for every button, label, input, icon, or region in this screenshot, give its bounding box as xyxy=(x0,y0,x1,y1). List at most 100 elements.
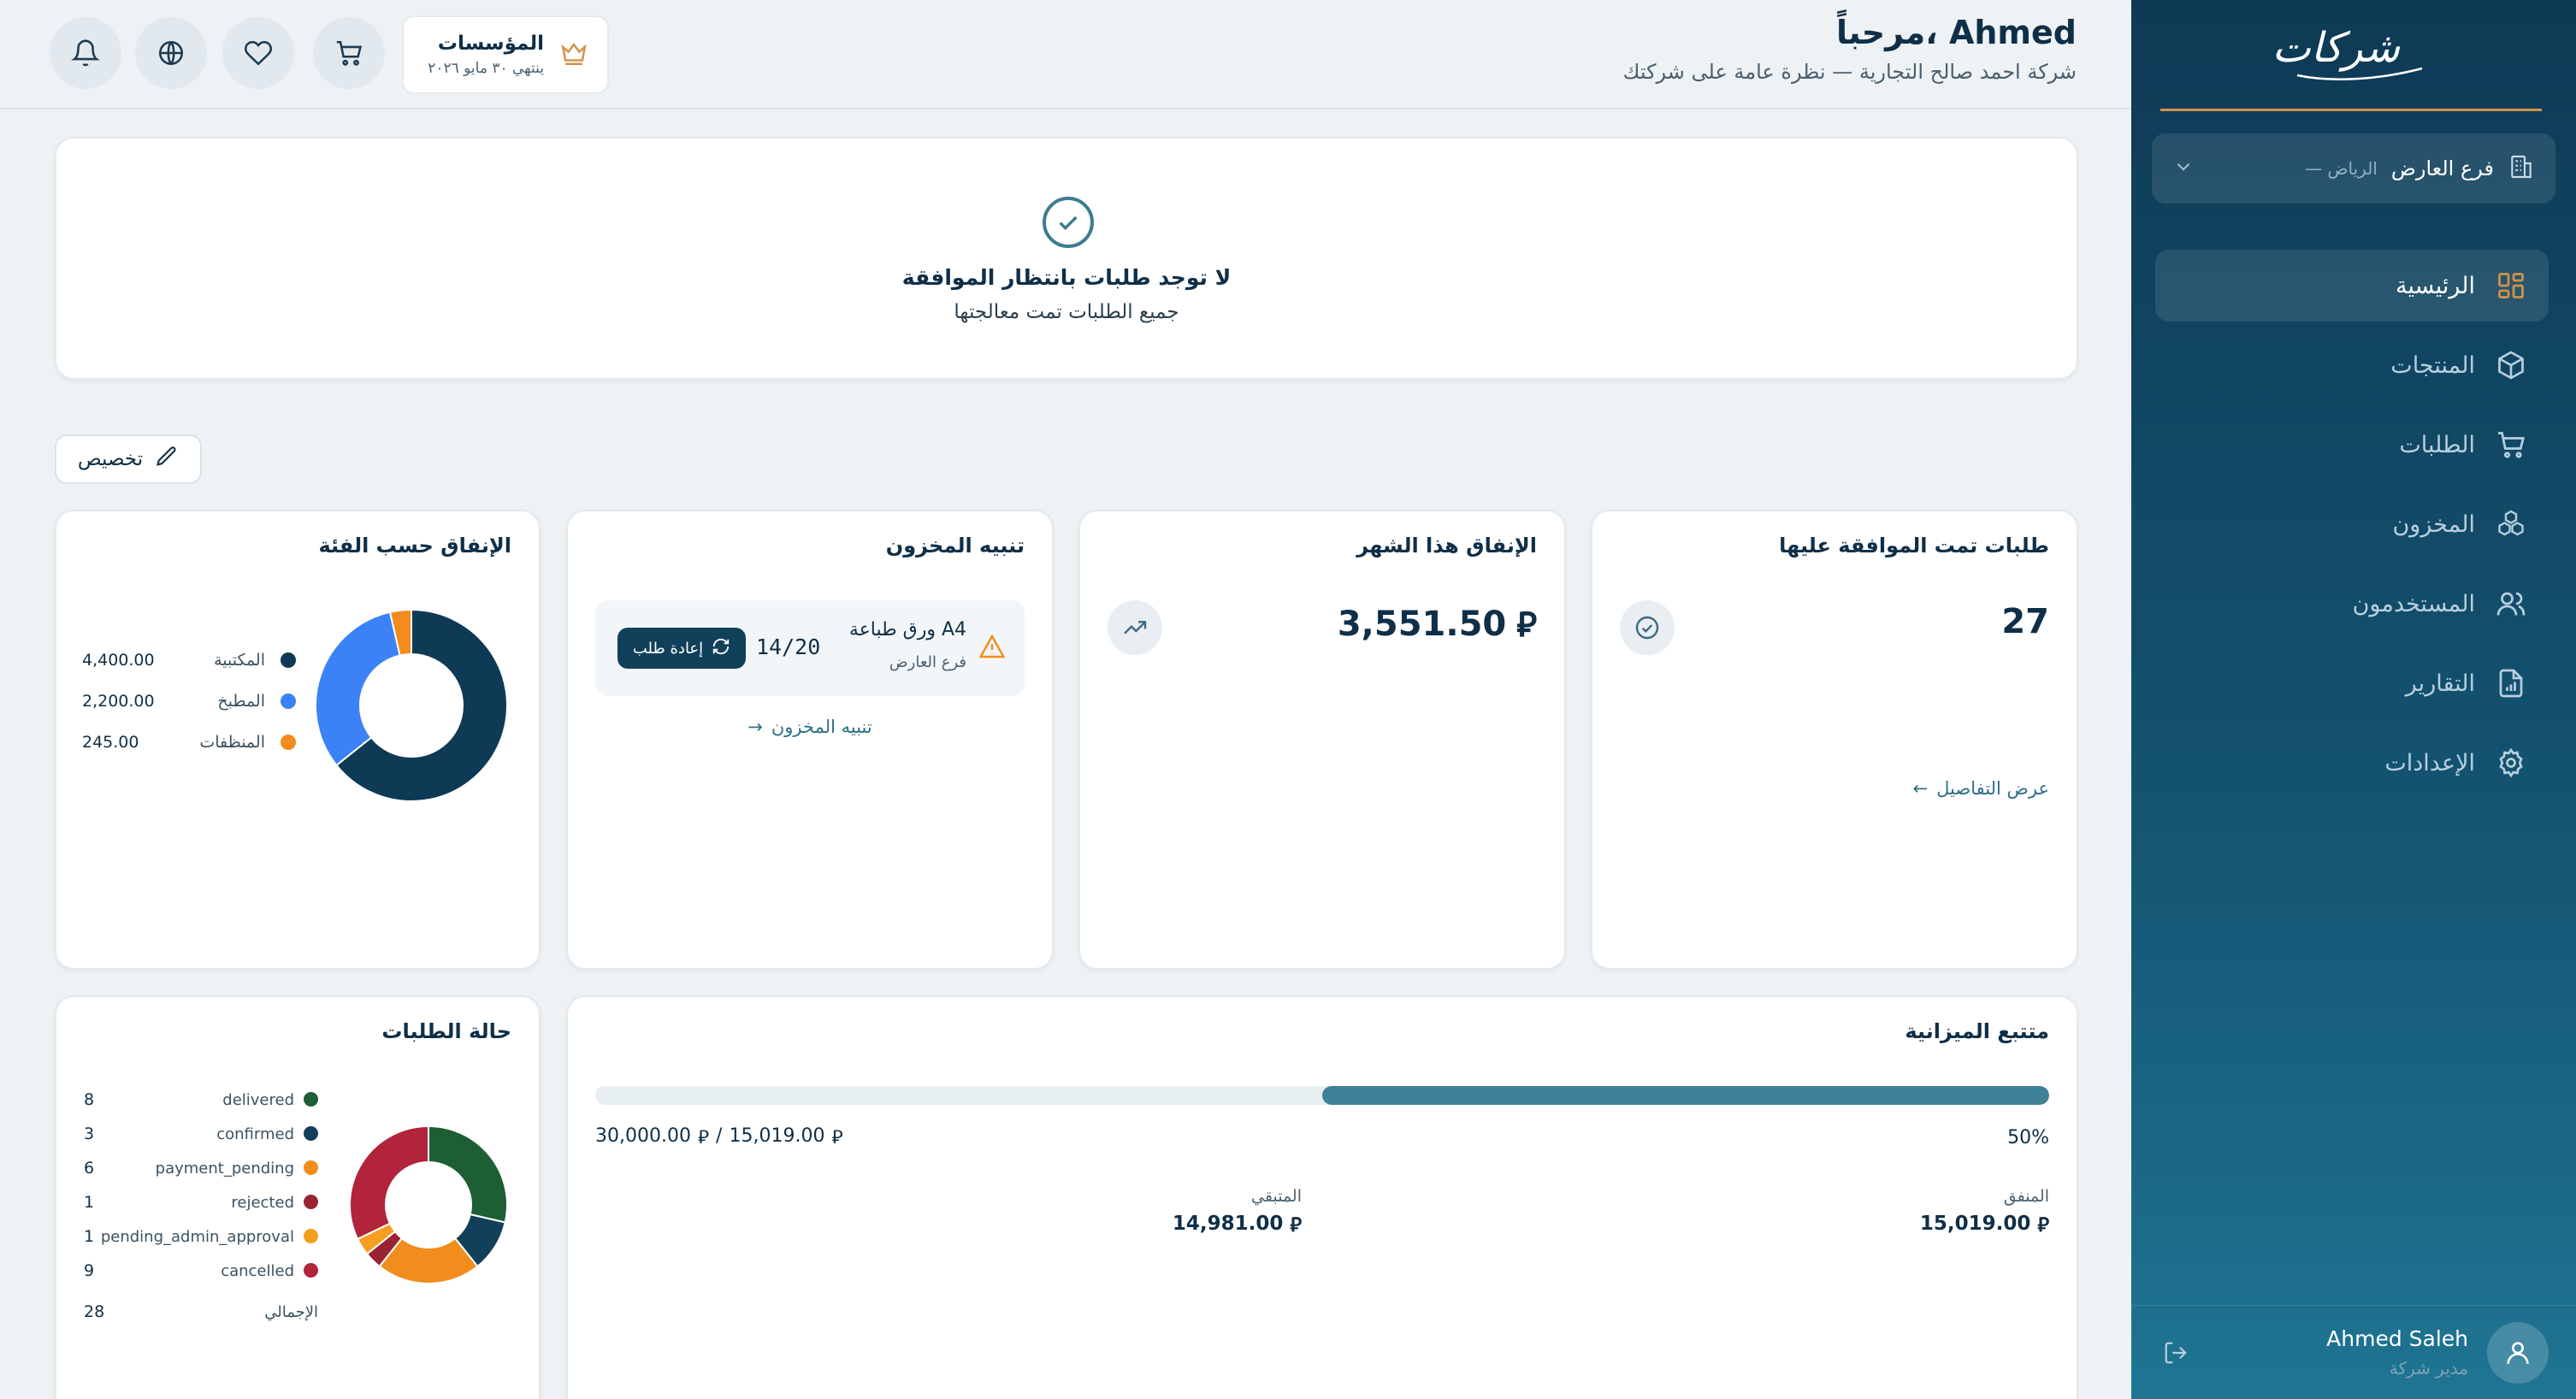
approved-orders-card: طلبات تمت الموافقة عليها 27 عرض التفاصيل… xyxy=(1591,510,2078,970)
order-status-card: حالة الطلبات 8 delivered 3 confirmed 6 p… xyxy=(55,995,541,1399)
status-count: 9 xyxy=(84,1261,95,1280)
stock-item-branch: فرع العارض xyxy=(889,653,966,671)
status-total-label: الإجمالي xyxy=(264,1302,318,1321)
box-icon xyxy=(2494,348,2528,382)
budget-tracker-card: متتبع الميزانية 50% 30,000.00 ⃁ / 15,019… xyxy=(566,995,2078,1399)
status-dot xyxy=(304,1126,318,1141)
status-dot xyxy=(304,1195,318,1209)
check-circle-icon xyxy=(1620,600,1675,655)
status-count: 6 xyxy=(84,1159,95,1178)
topbar: مرحباً، Ahmed شركة احمد صالح التجارية — … xyxy=(0,0,2131,109)
view-details-label: عرض التفاصيل xyxy=(1936,778,2049,799)
reorder-button[interactable]: إعادة طلب xyxy=(617,628,746,669)
donut-slice-2[interactable] xyxy=(315,611,401,767)
spent-value: 15,019.00 xyxy=(1919,1213,2031,1235)
riyal-currency-icon: ⃁ xyxy=(2037,1214,2049,1237)
legend-label: المنظفات xyxy=(199,733,265,752)
sidebar-item-label: المستخدمون xyxy=(2352,590,2475,617)
sidebar-item-settings[interactable]: الإعدادات xyxy=(2155,727,2549,799)
grid-icon xyxy=(2494,269,2528,303)
globe-icon xyxy=(158,40,184,66)
budget-total: 30,000.00 xyxy=(595,1125,691,1147)
avatar xyxy=(2487,1321,2549,1384)
status-legend-item: 8 delivered xyxy=(84,1083,318,1117)
language-button[interactable] xyxy=(135,17,207,89)
status-count: 1 xyxy=(84,1227,95,1246)
cart-button[interactable] xyxy=(313,17,385,89)
approved-orders-count: 27 xyxy=(2001,602,2049,641)
legend-label: المكتبية xyxy=(214,651,265,670)
order-status-donut-chart xyxy=(349,1125,508,1284)
check-circle-icon xyxy=(1043,197,1094,248)
branch-city: — الرياض xyxy=(2304,158,2378,179)
status-legend-item: 1 rejected xyxy=(84,1185,318,1219)
spent-label: المنفق xyxy=(2003,1187,2049,1206)
page-subtitle: شركة احمد صالح التجارية — نظرة عامة على … xyxy=(1622,60,2077,84)
sidebar-item-orders[interactable]: الطلبات xyxy=(2155,409,2549,481)
favorites-button[interactable] xyxy=(222,17,294,89)
plan-expiry: ينتهي ٣٠ مايو ٢٠٢٦ xyxy=(428,60,544,77)
gear-icon xyxy=(2494,746,2528,780)
logout-icon[interactable] xyxy=(2159,1336,2193,1370)
budget-percent: 50% xyxy=(2007,1127,2049,1148)
status-legend-item: 1 pending_admin_approval xyxy=(84,1219,318,1254)
legend-item: 2,200.00 المطبخ xyxy=(82,681,296,722)
refresh-icon xyxy=(712,637,730,660)
riyal-currency-icon: ⃁ xyxy=(1516,605,1537,645)
stock-alert-item: ورق طباعة A4 فرع العارض 14/20 إعادة طلب xyxy=(595,600,1025,696)
status-label: confirmed xyxy=(216,1125,294,1143)
remaining-label: المتبقي xyxy=(1251,1187,1302,1206)
report-icon xyxy=(2494,666,2528,700)
budget-separator: / xyxy=(716,1125,723,1147)
greeting: مرحباً، Ahmed شركة احمد صالح التجارية — … xyxy=(1623,14,2077,84)
card-title: الإنفاق هذا الشهر xyxy=(1356,534,1537,558)
branch-select[interactable]: فرع العارض — الرياض xyxy=(2152,133,2555,204)
budget-progress-fill xyxy=(1322,1086,2049,1105)
cart-icon xyxy=(336,40,363,66)
sidebar-item-home[interactable]: الرئيسية xyxy=(2155,250,2549,322)
crown-icon xyxy=(559,38,588,71)
customize-button[interactable]: تخصيص xyxy=(55,434,202,484)
plan-info: المؤسسات ينتهي ٣٠ مايو ٢٠٢٦ xyxy=(428,32,544,77)
status-label: cancelled xyxy=(221,1261,294,1280)
sidebar-item-label: المنتجات xyxy=(2390,351,2475,379)
empty-state-title: لا توجد طلبات بانتظار الموافقة xyxy=(901,265,1232,290)
sidebar-item-label: الرئيسية xyxy=(2396,272,2475,299)
notifications-button[interactable] xyxy=(50,17,121,89)
warning-icon xyxy=(978,633,1006,664)
legend-dot xyxy=(281,694,296,709)
view-details-link[interactable]: عرض التفاصيل ← xyxy=(1913,778,2049,799)
pending-approvals-card: لا توجد طلبات بانتظار الموافقة جميع الطل… xyxy=(55,137,2078,380)
donut-slice-6[interactable] xyxy=(349,1125,429,1241)
status-dot xyxy=(304,1263,318,1278)
status-label: pending_admin_approval xyxy=(100,1227,294,1246)
trending-up-icon xyxy=(1108,600,1162,655)
status-legend-item: 9 cancelled xyxy=(84,1254,318,1288)
arrow-left-icon: ← xyxy=(1912,778,1929,799)
users-icon xyxy=(2494,587,2528,621)
status-total-count: 28 xyxy=(84,1302,105,1321)
sidebar-item-products[interactable]: المنتجات xyxy=(2155,329,2549,401)
status-label: rejected xyxy=(231,1193,294,1212)
legend-value: 4,400.00 xyxy=(82,651,155,670)
user-profile[interactable]: Ahmed Saleh مدير شركة xyxy=(2131,1305,2576,1399)
pencil-icon xyxy=(155,445,179,474)
cart-icon xyxy=(2494,428,2528,462)
card-title: الإنفاق حسب الفئة xyxy=(318,534,511,558)
status-legend-item: 6 payment_pending xyxy=(84,1151,318,1185)
stock-alert-link[interactable]: تنبيه المخزون → xyxy=(568,717,1052,737)
card-title: متتبع الميزانية xyxy=(1905,1019,2049,1043)
status-count: 8 xyxy=(84,1090,95,1109)
sidebar-item-users[interactable]: المستخدمون xyxy=(2155,568,2549,640)
remaining-amount: ⃁ 14,981.00 xyxy=(1173,1213,1302,1237)
sidebar-nav: الرئيسية المنتجات الطلبات المخزون المستخ… xyxy=(2155,250,2549,806)
card-title: حالة الطلبات xyxy=(381,1019,511,1043)
sidebar-item-inventory[interactable]: المخزون xyxy=(2155,488,2549,560)
plan-badge[interactable]: المؤسسات ينتهي ٣٠ مايو ٢٠٢٦ xyxy=(402,15,609,94)
donut-slice-1[interactable] xyxy=(428,1125,508,1224)
status-label: delivered xyxy=(222,1090,294,1109)
logo[interactable]: شركات xyxy=(2131,0,2576,111)
status-legend-item: 3 confirmed xyxy=(84,1117,318,1151)
sidebar-item-reports[interactable]: التقارير xyxy=(2155,647,2549,719)
user-role: مدير شركة xyxy=(2389,1358,2468,1378)
